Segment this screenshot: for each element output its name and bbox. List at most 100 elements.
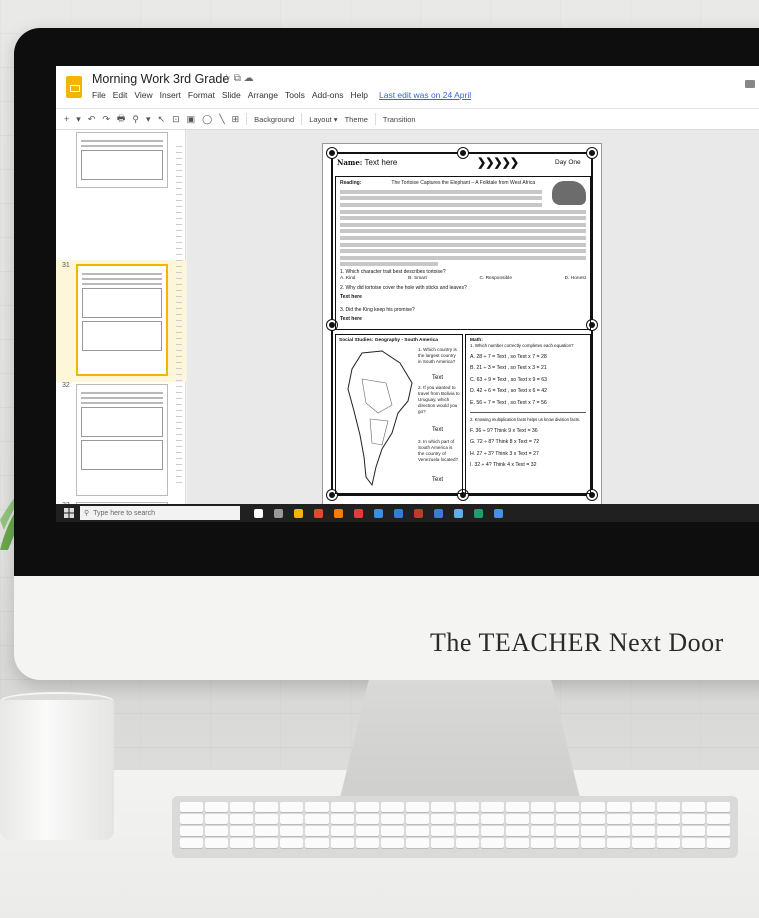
theme-button[interactable]: Theme <box>345 115 368 124</box>
answer-3[interactable]: Text here <box>340 316 586 323</box>
slide-filmstrip: 31 32 33 ▬ ⊞ <box>56 130 186 536</box>
menu-file[interactable]: File <box>92 90 106 100</box>
windows-start-icon[interactable] <box>64 508 74 518</box>
choice-c[interactable]: C. Responsible <box>479 276 512 283</box>
taskbar-app-icon[interactable] <box>374 508 383 518</box>
star-move-cloud-icons[interactable]: ☆ ⧉ ☁ <box>222 73 254 84</box>
taskbar-app-icon[interactable] <box>474 508 483 518</box>
taskbar-app-icon[interactable] <box>494 508 503 518</box>
comment-add-icon[interactable]: ⊞ <box>232 114 240 125</box>
keyboard-key <box>255 814 279 824</box>
taskbar-app-icon[interactable] <box>454 508 463 518</box>
document-title[interactable]: Morning Work 3rd Grade <box>92 72 229 86</box>
slides-logo-icon[interactable] <box>66 76 82 98</box>
name-field[interactable]: Name: Text here <box>337 158 397 167</box>
taskbar-app-icon[interactable] <box>294 508 303 518</box>
menu-addons[interactable]: Add-ons <box>312 90 344 100</box>
keyboard-key <box>706 814 730 824</box>
keyboard-key <box>506 838 530 848</box>
zoom-icon[interactable]: ⚲ <box>132 114 139 125</box>
taskbar-app-icon[interactable] <box>274 508 283 518</box>
menu-insert[interactable]: Insert <box>160 90 181 100</box>
menu-view[interactable]: View <box>134 90 152 100</box>
keyboard-key <box>305 838 329 848</box>
taskbar-app-icons <box>254 508 503 518</box>
social-answer-3[interactable]: Text <box>432 477 443 483</box>
keyboard-key <box>280 814 304 824</box>
math-row-a[interactable]: A. 28 ÷ 7 = Text , so Text x 7 = 28 <box>470 354 586 360</box>
social-answer-1[interactable]: Text <box>432 375 443 381</box>
choice-d[interactable]: D. Honest <box>565 276 586 283</box>
taskbar-app-icon[interactable] <box>434 508 443 518</box>
select-cursor-icon[interactable]: ↖ <box>158 114 166 125</box>
keyboard-key <box>355 838 379 848</box>
last-edit-link[interactable]: Last edit was on 24 April <box>379 90 471 100</box>
selection-handle[interactable] <box>327 148 337 158</box>
taskbar-app-icon[interactable] <box>394 508 403 518</box>
keyboard-key <box>230 814 254 824</box>
print-icon[interactable]: 🖶 <box>117 111 126 127</box>
keyboard-key <box>255 826 279 836</box>
redo-icon[interactable]: ↷ <box>102 114 110 125</box>
textbox-icon[interactable]: ⊡ <box>172 114 180 125</box>
taskbar-app-icon[interactable] <box>414 508 423 518</box>
keyboard-key <box>456 802 480 812</box>
menu-format[interactable]: Format <box>188 90 215 100</box>
math-row-e[interactable]: E. 56 ÷ 7 = Text , so Text x 7 = 56 <box>470 400 586 406</box>
taskbar-app-icon[interactable] <box>334 508 343 518</box>
keyboard-key <box>706 802 730 812</box>
question-1: 1. Which character trait best describes … <box>340 268 446 275</box>
image-icon[interactable]: ▣ <box>187 114 196 125</box>
selection-handle[interactable] <box>587 148 597 158</box>
social-answer-2[interactable]: Text <box>432 427 443 433</box>
taskbar-app-icon[interactable] <box>314 508 323 518</box>
taskbar-app-icon[interactable] <box>354 508 363 518</box>
keyboard-key <box>531 802 555 812</box>
line-icon[interactable]: ╲ <box>219 114 224 125</box>
worksheet-slide[interactable]: Name: Text here ❯❯❯❯❯ Day One Reading: T… <box>322 143 602 505</box>
menu-arrange[interactable]: Arrange <box>248 90 278 100</box>
menu-edit[interactable]: Edit <box>113 90 128 100</box>
choice-b[interactable]: B. Smart <box>408 276 427 283</box>
math-row-g[interactable]: G. 72 ÷ 8? Think 8 x Text = 72 <box>470 439 586 445</box>
menu-tools[interactable]: Tools <box>285 90 305 100</box>
math-row-c[interactable]: C. 63 ÷ 9 = Text , so Text x 9 = 63 <box>470 377 586 383</box>
choice-a[interactable]: A. Kind <box>340 276 355 283</box>
background-button[interactable]: Background <box>254 115 294 124</box>
taskbar-search-box[interactable]: ⚲ Type here to search <box>80 506 240 520</box>
shape-icon[interactable]: ◯ <box>202 114 212 125</box>
new-slide-icon[interactable]: + <box>64 114 69 124</box>
math-row-b[interactable]: B. 21 ÷ 3 = Text , so Text x 3 = 21 <box>470 365 586 371</box>
name-value[interactable]: Text here <box>364 158 397 167</box>
math-row-h[interactable]: H. 27 ÷ 3? Think 3 x Text = 27 <box>470 451 586 457</box>
keyboard-key <box>380 838 404 848</box>
taskbar-app-icon[interactable] <box>254 508 263 518</box>
keyboard-key <box>681 802 705 812</box>
selection-handle[interactable] <box>458 148 468 158</box>
answer-2[interactable]: Text here <box>340 294 586 301</box>
layout-button[interactable]: Layout ▾ <box>309 115 337 124</box>
slide-thumbnail-32[interactable] <box>76 384 168 496</box>
reading-title: The Tortoise Captures the Elephant – A F… <box>391 180 536 186</box>
new-slide-dropdown-icon[interactable]: ▾ <box>76 114 81 125</box>
keyboard-key <box>180 838 204 848</box>
keyboard-key <box>205 826 229 836</box>
math-intro-2: 2. Knowing multiplication facts helps us… <box>470 416 581 422</box>
keyboard-key <box>706 838 730 848</box>
keyboard-key <box>355 826 379 836</box>
slide-thumbnail-31[interactable] <box>76 264 168 376</box>
keyboard-key <box>430 814 454 824</box>
slide-thumbnail-30[interactable] <box>76 132 168 188</box>
math-row-d[interactable]: D. 42 ÷ 6 = Text , so Text x 6 = 42 <box>470 388 586 394</box>
menu-help[interactable]: Help <box>351 90 368 100</box>
zoom-dropdown-icon[interactable]: ▾ <box>146 114 151 125</box>
math-row-i[interactable]: I. 32 ÷ 4? Think 4 x Text = 32 <box>470 462 586 468</box>
undo-icon[interactable]: ↶ <box>88 114 96 125</box>
keyboard-key <box>230 802 254 812</box>
math-row-f[interactable]: F. 36 ÷ 9? Think 9 x Text = 36 <box>470 428 586 434</box>
keyboard-key <box>205 814 229 824</box>
comments-icon[interactable] <box>745 80 755 88</box>
keyboard-key <box>556 826 580 836</box>
menu-slide[interactable]: Slide <box>222 90 241 100</box>
transition-button[interactable]: Transition <box>383 115 416 124</box>
